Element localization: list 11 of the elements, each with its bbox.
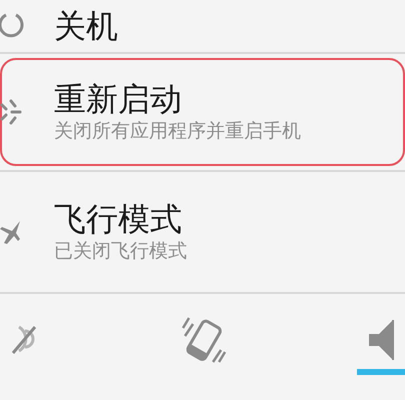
- item-title: 重新启动: [54, 80, 183, 119]
- item-title: 关机: [54, 6, 118, 46]
- menu-item[interactable]: 关机: [0, 0, 405, 52]
- item-subtitle: 关闭所有应用程序并重启手机: [54, 118, 301, 144]
- speaker-icon: [368, 318, 394, 360]
- spinner-icon: [0, 97, 24, 127]
- menu-item[interactable]: 飞行模式 已关闭飞行模式: [0, 176, 405, 288]
- muted-signal-icon: [11, 324, 37, 354]
- item-subtitle: 已关闭飞行模式: [54, 238, 187, 264]
- menu-item[interactable]: 重新启动 关闭所有应用程序并重启手机: [0, 58, 405, 166]
- item-title: 飞行模式: [54, 200, 183, 239]
